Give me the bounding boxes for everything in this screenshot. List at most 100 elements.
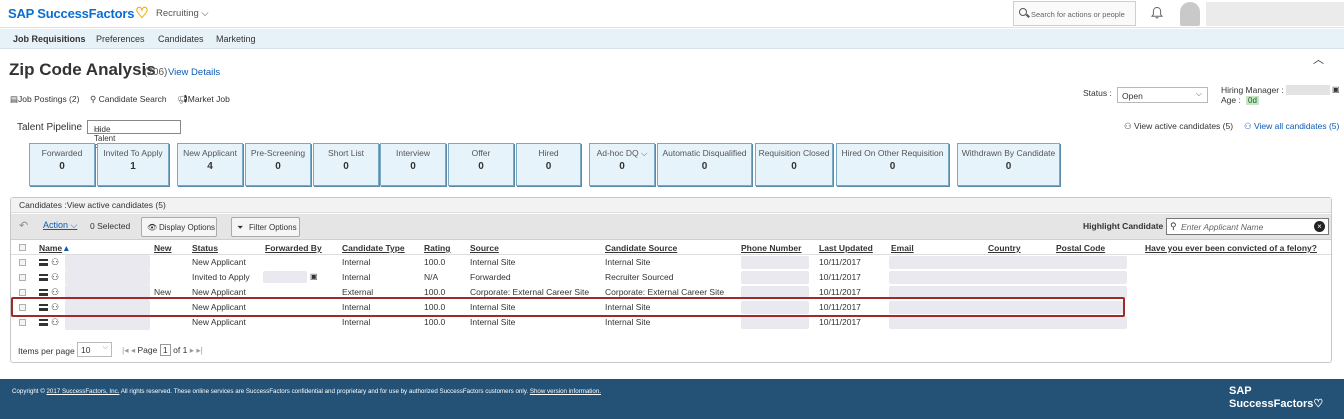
job-postings-link[interactable]: ▤Job Postings (2) xyxy=(10,94,79,105)
first-page-icon[interactable]: |◂ xyxy=(122,345,128,355)
column-header-email[interactable]: Email xyxy=(891,243,914,253)
phone-redacted xyxy=(741,256,809,269)
action-menu[interactable]: Action ⌵ xyxy=(43,220,77,231)
last-page-icon[interactable]: ▸| xyxy=(196,345,202,355)
view-active-candidates[interactable]: ⚇ View active candidates (5) xyxy=(1124,121,1233,132)
bell-icon[interactable] xyxy=(1150,6,1164,20)
stage-offer[interactable]: Offer 0 xyxy=(448,143,514,186)
stage-invited-to-apply[interactable]: Invited To Apply 1 xyxy=(97,143,169,186)
table-row[interactable]: ⚇ New Applicant Internal 100.0 Internal … xyxy=(11,315,1331,330)
column-header-postal-code[interactable]: Postal Code xyxy=(1056,243,1105,253)
contact-card-icon[interactable]: ▣ xyxy=(310,272,318,281)
copyright-link[interactable]: 2017 SuccessFactors, Inc. xyxy=(46,388,119,395)
hiring-manager-name-redacted[interactable] xyxy=(1286,85,1330,95)
stage-forwarded[interactable]: Forwarded 0 xyxy=(29,143,95,186)
candidate-name-redacted[interactable] xyxy=(65,315,150,330)
items-per-page-label: Items per page xyxy=(18,346,75,356)
row-checkbox[interactable] xyxy=(19,319,26,326)
menu-icon[interactable] xyxy=(39,319,48,326)
candidate-name-redacted[interactable] xyxy=(65,255,150,270)
person-icon: ⚇ xyxy=(1244,121,1252,131)
sub-navigation: Job Requisitions Preferences Candidates … xyxy=(0,29,1344,49)
nav-job-requisitions[interactable]: Job Requisitions xyxy=(13,34,86,44)
forwarded-by-redacted xyxy=(263,271,307,283)
stage-interview[interactable]: Interview 0 xyxy=(380,143,446,186)
undo-arrow-icon[interactable]: ↶ xyxy=(19,219,28,232)
nav-preferences[interactable]: Preferences xyxy=(96,34,145,44)
menu-icon[interactable] xyxy=(39,289,48,296)
person-icon[interactable]: ⚇ xyxy=(51,317,59,328)
hide-talent-pipeline-select[interactable]: Hide Talent Pipeline ⌵ xyxy=(87,120,181,152)
highlight-outline xyxy=(11,297,1125,317)
row-checkbox[interactable] xyxy=(19,259,26,266)
column-header-new[interactable]: New xyxy=(154,243,171,253)
chevron-down-icon: ⌵ xyxy=(1195,89,1202,98)
stage-withdrawn-by-candidate[interactable]: Withdrawn By Candidate 0 xyxy=(957,143,1060,186)
clear-icon[interactable]: × xyxy=(1314,221,1325,232)
person-icon[interactable]: ⚇ xyxy=(51,272,59,283)
nav-candidates[interactable]: Candidates xyxy=(158,34,204,44)
stage-requisition-closed[interactable]: Requisition Closed 0 xyxy=(755,143,833,186)
table-row[interactable]: ⚇ Invited to Apply ▣ Internal N/A Forwar… xyxy=(11,270,1331,285)
global-search-input[interactable]: Search for actions or people xyxy=(1013,1,1136,26)
selected-count: 0 Selected xyxy=(90,221,131,231)
user-name-redacted[interactable] xyxy=(1206,2,1344,26)
view-all-candidates-link[interactable]: ⚇ View all candidates (5) xyxy=(1244,121,1339,132)
stage-hired-on-other-requisition[interactable]: Hired On Other Requisition 0 xyxy=(836,143,949,186)
stage-ad-hoc-dq[interactable]: Ad-hoc DQ ⌵ 0 xyxy=(589,143,655,186)
nav-marketing[interactable]: Marketing xyxy=(216,34,256,44)
candidate-name-redacted[interactable] xyxy=(65,270,150,285)
menu-icon[interactable] xyxy=(39,259,48,266)
phone-redacted xyxy=(741,316,809,329)
row-checkbox[interactable] xyxy=(19,289,26,296)
next-page-icon[interactable]: ▸ xyxy=(190,345,194,355)
candidate-search-link[interactable]: ⚲ Candidate Search xyxy=(90,94,167,105)
page-number-input[interactable]: 1 xyxy=(159,344,171,356)
column-header-country[interactable]: Country xyxy=(988,243,1021,253)
contact-details-redacted xyxy=(889,271,1127,284)
column-header-rating[interactable]: Rating xyxy=(424,243,450,253)
contact-details-redacted xyxy=(889,256,1127,269)
column-header-phone-number[interactable]: Phone Number xyxy=(741,243,801,253)
footer xyxy=(0,379,1344,419)
chevron-down-icon: ⌵ xyxy=(102,344,108,351)
table-row[interactable]: ⚇ New Applicant Internal 100.0 Internal … xyxy=(11,255,1331,270)
column-header-status[interactable]: Status xyxy=(192,243,218,253)
prev-page-icon[interactable]: ◂ xyxy=(131,345,135,355)
menu-icon[interactable] xyxy=(39,274,48,281)
collapse-chevron-icon[interactable]: ︿ xyxy=(1313,51,1324,67)
sort-up-icon: ▲ xyxy=(62,243,71,253)
sap-successfactors-logo[interactable]: SAP SuccessFactors♡ xyxy=(8,4,149,22)
stage-new-applicant[interactable]: New Applicant 4 xyxy=(177,143,243,186)
stage-pre-screening[interactable]: Pre-Screening 0 xyxy=(245,143,311,186)
highlight-candidate-input[interactable]: ⚲ Enter Applicant Name × xyxy=(1166,218,1329,235)
copyright-text: Copyright © 2017 SuccessFactors, Inc. Al… xyxy=(12,388,602,395)
chevron-down-icon: ⌵ xyxy=(70,220,78,230)
column-header-name[interactable]: Name▲ xyxy=(39,243,71,253)
select-all-checkbox[interactable] xyxy=(19,244,26,251)
items-per-page-select[interactable]: 10 ⌵ xyxy=(77,342,112,357)
market-job-link[interactable]: 📢︎Market Job xyxy=(177,94,230,105)
stage-hired[interactable]: Hired 0 xyxy=(516,143,581,186)
display-options-button[interactable]: 👁︎ Display Options xyxy=(141,217,217,237)
column-header-forwarded-by[interactable]: Forwarded By xyxy=(265,243,322,253)
column-header-candidate-type[interactable]: Candidate Type xyxy=(342,243,405,253)
column-header-candidate-source[interactable]: Candidate Source xyxy=(605,243,677,253)
status-select[interactable]: Open ⌵ xyxy=(1117,87,1208,103)
stage-short-list[interactable]: Short List 0 xyxy=(313,143,379,186)
contact-card-icon[interactable]: ▣ xyxy=(1332,85,1340,94)
row-checkbox[interactable] xyxy=(19,274,26,281)
filter-options-button[interactable]: ⏷ Filter Options xyxy=(231,217,300,237)
view-details-link[interactable]: View Details xyxy=(168,67,220,78)
person-icon[interactable]: ⚇ xyxy=(51,257,59,268)
stage-automatic-disqualified[interactable]: Automatic Disqualified 0 xyxy=(657,143,752,186)
column-header-last-updated[interactable]: Last Updated xyxy=(819,243,873,253)
avatar[interactable] xyxy=(1180,2,1200,26)
module-switcher[interactable]: Recruiting ⌵ xyxy=(156,8,209,19)
show-version-link[interactable]: Show version information. xyxy=(530,388,601,395)
chevron-down-icon: ⌵ xyxy=(201,8,209,19)
page-title: Zip Code Analysis xyxy=(9,60,156,79)
document-icon: ▤ xyxy=(10,94,19,104)
column-header-source[interactable]: Source xyxy=(470,243,499,253)
column-header-felony-question[interactable]: Have you ever been convicted of a felony… xyxy=(1145,243,1317,253)
